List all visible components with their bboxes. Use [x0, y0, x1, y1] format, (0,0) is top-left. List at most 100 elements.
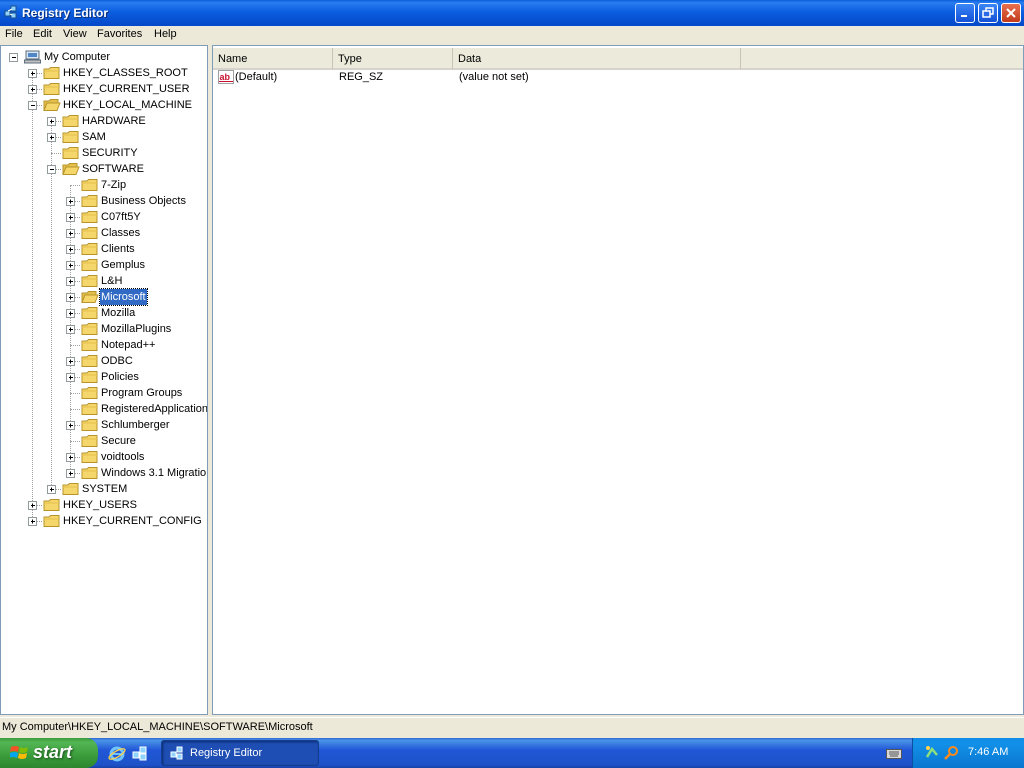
restore-button[interactable] — [978, 3, 998, 23]
expand-plus-icon[interactable] — [66, 453, 75, 462]
folder-icon — [43, 514, 61, 533]
title-bar[interactable]: Registry Editor — [0, 0, 1024, 26]
tree-node-hkey-users[interactable]: HKEY_USERS — [1, 497, 207, 513]
column-header-name[interactable]: Name — [213, 48, 333, 70]
tree-node-sam[interactable]: SAM — [1, 129, 207, 145]
menu-file[interactable]: File — [5, 28, 23, 40]
tree-node-label: HARDWARE — [82, 115, 146, 127]
tree-node-label: 7-Zip — [101, 179, 127, 191]
tree-node-registeredapplication[interactable]: RegisteredApplication — [1, 401, 207, 417]
tree-node-label: Gemplus — [101, 259, 146, 271]
windows-logo-icon — [9, 744, 30, 765]
expand-plus-icon[interactable] — [47, 485, 56, 494]
tree-node-my-computer[interactable]: My Computer — [1, 49, 207, 65]
registry-tree-pane[interactable]: My Computer HKEY_CLASSES_ROOT HKEY_CURRENT… — [0, 45, 208, 715]
tree-node-business-objects[interactable]: Business Objects — [1, 193, 207, 209]
tree-node-label: L&H — [101, 275, 123, 287]
expand-plus-icon[interactable] — [66, 293, 75, 302]
registry-editor-icon — [4, 5, 18, 19]
tree-node-c07ft5y[interactable]: C07ft5Y — [1, 209, 207, 225]
internet-explorer-icon[interactable] — [108, 745, 126, 766]
collapse-minus-icon[interactable] — [28, 101, 37, 110]
tree-node-label: voidtools — [101, 451, 145, 463]
menu-edit[interactable]: Edit — [33, 28, 52, 40]
minimize-button[interactable] — [955, 3, 975, 23]
tree-node-microsoft[interactable]: Microsoft — [1, 288, 207, 306]
tree-node-clients[interactable]: Clients — [1, 241, 207, 257]
values-list-pane[interactable]: Name Type Data ab (Default) REG_SZ (valu… — [212, 45, 1024, 715]
keyboard-icon[interactable] — [886, 748, 902, 763]
search-icon[interactable] — [943, 745, 959, 764]
registry-editor-icon — [170, 746, 184, 763]
tree-node-hkey-current-config[interactable]: HKEY_CURRENT_CONFIG — [1, 513, 207, 529]
tree-node-label: Microsoft — [99, 288, 148, 306]
expand-plus-icon[interactable] — [66, 197, 75, 206]
tree-node-software[interactable]: SOFTWARE — [1, 161, 207, 177]
expand-plus-icon[interactable] — [66, 229, 75, 238]
tree-node-label: SYSTEM — [82, 483, 128, 495]
tree-node-label: HKEY_USERS — [63, 499, 137, 511]
expand-plus-icon[interactable] — [28, 85, 37, 94]
menu-favorites[interactable]: Favorites — [97, 28, 142, 40]
tree-node-secure[interactable]: Secure — [1, 433, 207, 449]
tree-node-hkey-current-user[interactable]: HKEY_CURRENT_USER — [1, 81, 207, 97]
taskbar-button-label: Registry Editor — [190, 747, 263, 759]
menu-bar: File Edit View Favorites Help — [0, 26, 1024, 44]
tree-node-windows-3-1-migratio[interactable]: Windows 3.1 Migratio — [1, 465, 207, 481]
collapse-minus-icon[interactable] — [47, 165, 56, 174]
tree-node-odbc[interactable]: ODBC — [1, 353, 207, 369]
tree-node-label: Windows 3.1 Migratio — [101, 467, 207, 479]
tree-node-classes[interactable]: Classes — [1, 225, 207, 241]
tree-node-program-groups[interactable]: Program Groups — [1, 385, 207, 401]
tree-node-hkey-classes-root[interactable]: HKEY_CLASSES_ROOT — [1, 65, 207, 81]
tree-node-label: My Computer — [44, 51, 111, 63]
tree-node-hardware[interactable]: HARDWARE — [1, 113, 207, 129]
column-header-filler — [741, 48, 1023, 70]
tree-node-mozilla[interactable]: Mozilla — [1, 305, 207, 321]
collapse-minus-icon[interactable] — [9, 53, 18, 62]
tree-node-label: HKEY_CURRENT_CONFIG — [63, 515, 202, 527]
expand-plus-icon[interactable] — [66, 277, 75, 286]
tree-node-hkey-local-machine[interactable]: HKEY_LOCAL_MACHINE — [1, 97, 207, 113]
expand-plus-icon[interactable] — [28, 69, 37, 78]
tree-node-7-zip[interactable]: 7-Zip — [1, 177, 207, 193]
status-path: My Computer\HKEY_LOCAL_MACHINE\SOFTWARE\… — [2, 721, 313, 733]
expand-plus-icon[interactable] — [66, 245, 75, 254]
tree-node-voidtools[interactable]: voidtools — [1, 449, 207, 465]
expand-plus-icon[interactable] — [66, 325, 75, 334]
expand-plus-icon[interactable] — [66, 469, 75, 478]
window-title: Registry Editor — [22, 6, 109, 20]
clock[interactable]: 7:46 AM — [968, 746, 1008, 758]
expand-plus-icon[interactable] — [66, 261, 75, 270]
tree-node-l-h[interactable]: L&H — [1, 273, 207, 289]
column-header-data[interactable]: Data — [453, 48, 741, 70]
expand-plus-icon[interactable] — [47, 117, 56, 126]
tree-node-label: Classes — [101, 227, 141, 239]
menu-view[interactable]: View — [63, 28, 87, 40]
expand-plus-icon[interactable] — [28, 517, 37, 526]
close-button[interactable] — [1001, 3, 1021, 23]
column-header-type[interactable]: Type — [333, 48, 453, 70]
tree-node-mozillaplugins[interactable]: MozillaPlugins — [1, 321, 207, 337]
tree-node-security[interactable]: SECURITY — [1, 145, 207, 161]
expand-plus-icon[interactable] — [66, 421, 75, 430]
expand-plus-icon[interactable] — [28, 501, 37, 510]
network-icon[interactable] — [925, 745, 941, 764]
svg-text:ab: ab — [220, 72, 231, 82]
tree-node-label: HKEY_CLASSES_ROOT — [63, 67, 188, 79]
expand-plus-icon[interactable] — [66, 213, 75, 222]
tree-node-policies[interactable]: Policies — [1, 369, 207, 385]
menu-help[interactable]: Help — [154, 28, 177, 40]
expand-plus-icon[interactable] — [47, 133, 56, 142]
tree-node-schlumberger[interactable]: Schlumberger — [1, 417, 207, 433]
start-button[interactable]: start — [0, 738, 98, 768]
tree-node-gemplus[interactable]: Gemplus — [1, 257, 207, 273]
expand-plus-icon[interactable] — [66, 357, 75, 366]
tree-node-label: Secure — [101, 435, 136, 447]
expand-plus-icon[interactable] — [66, 309, 75, 318]
expand-plus-icon[interactable] — [66, 373, 75, 382]
regedit-quicklaunch-icon[interactable] — [132, 745, 148, 764]
tree-node-system[interactable]: SYSTEM — [1, 481, 207, 497]
taskbar-button-registry-editor[interactable]: Registry Editor — [161, 740, 319, 766]
tree-node-notepad[interactable]: Notepad++ — [1, 337, 207, 353]
